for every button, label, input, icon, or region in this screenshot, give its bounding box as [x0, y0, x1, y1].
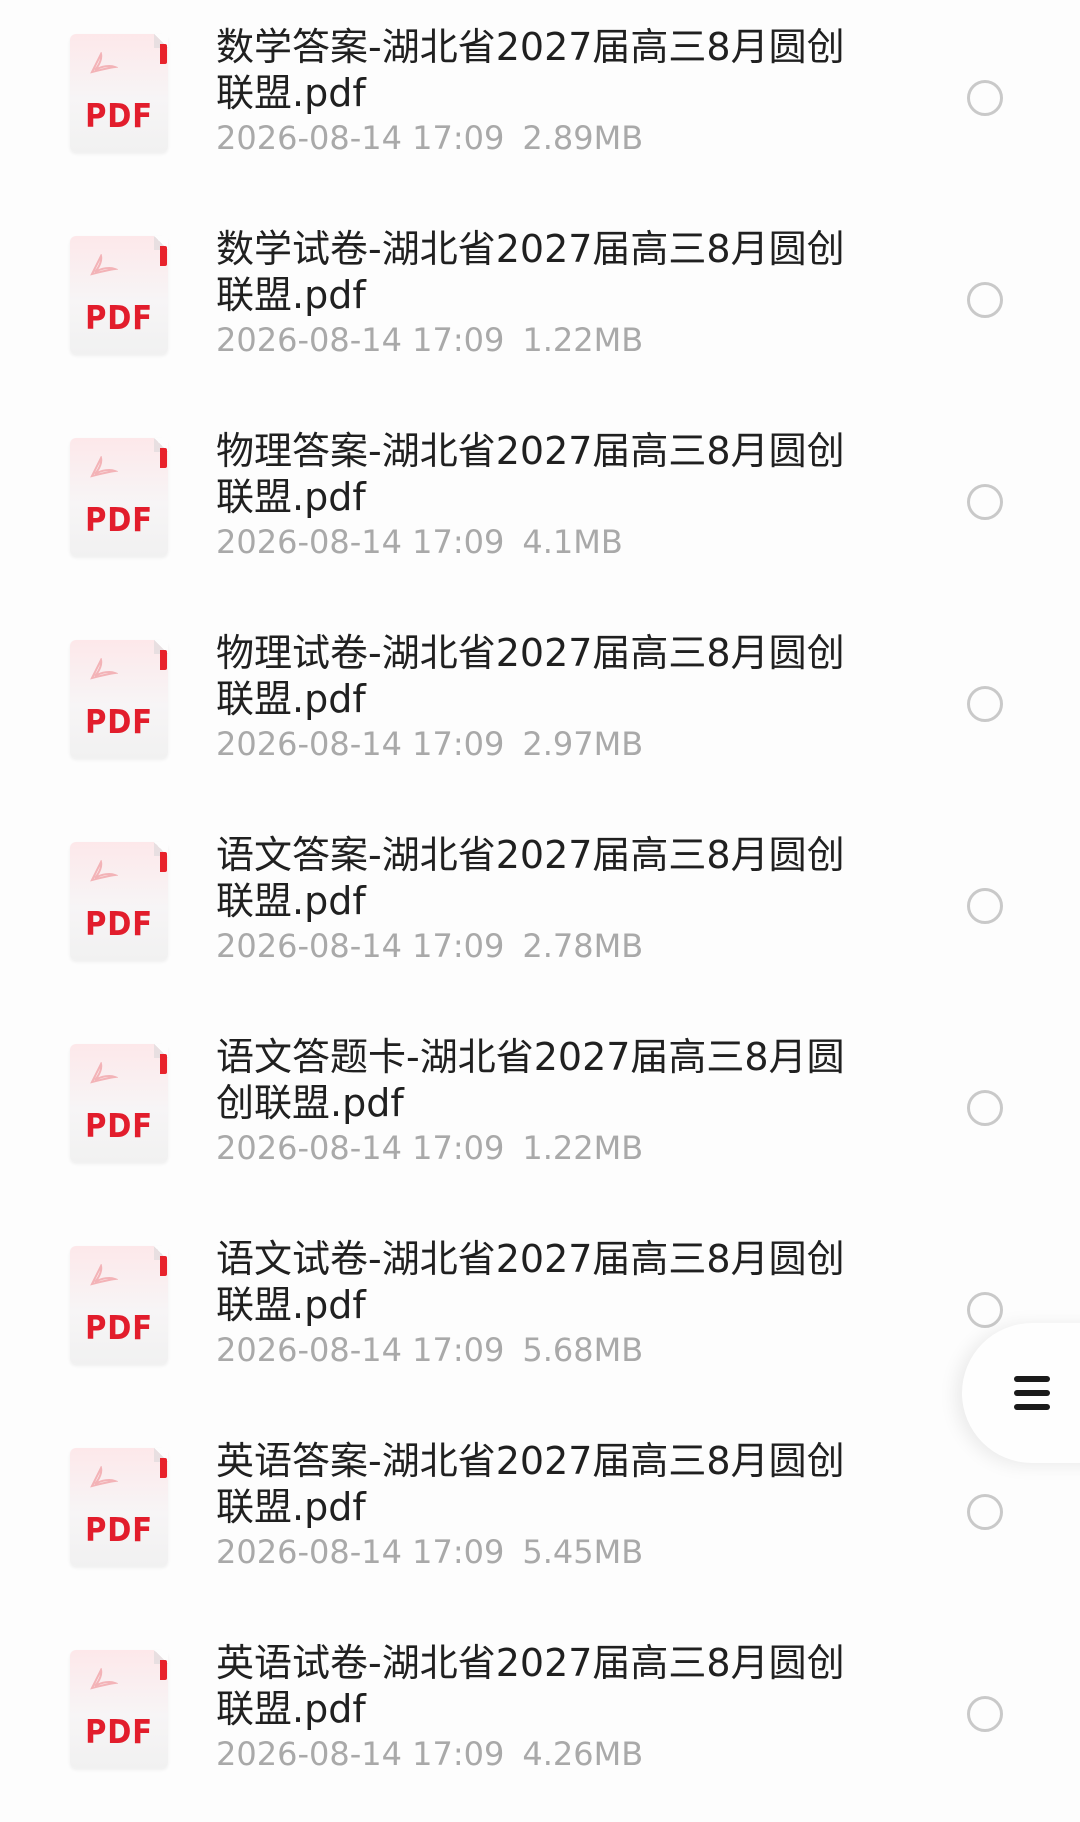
pdf-file-icon: PDF [70, 438, 168, 556]
file-size: 2.97MB [522, 725, 644, 763]
select-radio[interactable] [967, 888, 1003, 924]
select-radio[interactable] [967, 686, 1003, 722]
pdf-ribbon [160, 852, 167, 872]
pdf-ribbon [160, 1256, 167, 1276]
file-size: 2.78MB [522, 927, 644, 965]
pdf-file-icon: PDF [70, 1044, 168, 1162]
pdf-file-icon: PDF [70, 1448, 168, 1566]
select-radio[interactable] [967, 484, 1003, 520]
pdf-label: PDF [85, 500, 153, 539]
pdf-file-icon: PDF [70, 842, 168, 960]
file-date: 2026-08-14 17:09 [216, 1533, 505, 1571]
acrobat-logo-icon [90, 254, 118, 276]
file-size: 5.45MB [522, 1533, 644, 1571]
file-row[interactable]: PDF 语文答案-湖北省2027届高三8月圆创联盟.pdf 2026-08-14… [0, 808, 1080, 1012]
file-date: 2026-08-14 17:09 [216, 523, 505, 561]
file-name: 物理试卷-湖北省2027届高三8月圆创联盟.pdf [216, 631, 845, 721]
file-meta: 2026-08-14 17:09 2.97MB [216, 724, 643, 764]
file-date: 2026-08-14 17:09 [216, 1331, 505, 1369]
pdf-ribbon [160, 44, 167, 64]
file-row[interactable]: PDF 数学答案-湖北省2027届高三8月圆创联盟.pdf 2026-08-14… [0, 0, 1080, 204]
file-date: 2026-08-14 17:09 [216, 1129, 505, 1167]
file-name: 数学答案-湖北省2027届高三8月圆创联盟.pdf [216, 25, 845, 115]
pdf-ribbon [160, 246, 167, 266]
file-name: 数学试卷-湖北省2027届高三8月圆创联盟.pdf [216, 227, 845, 317]
select-radio[interactable] [967, 1494, 1003, 1530]
file-meta: 2026-08-14 17:09 2.78MB [216, 926, 643, 966]
file-name: 英语试卷-湖北省2027届高三8月圆创联盟.pdf [216, 1641, 845, 1731]
file-row[interactable]: PDF 语文试卷-湖北省2027届高三8月圆创联盟.pdf 2026-08-14… [0, 1212, 1080, 1416]
file-name: 语文试卷-湖北省2027届高三8月圆创联盟.pdf [216, 1237, 845, 1327]
file-name: 英语答案-湖北省2027届高三8月圆创联盟.pdf [216, 1439, 845, 1529]
file-row[interactable]: PDF 物理试卷-湖北省2027届高三8月圆创联盟.pdf 2026-08-14… [0, 606, 1080, 810]
file-name: 语文答案-湖北省2027届高三8月圆创联盟.pdf [216, 833, 845, 923]
select-radio[interactable] [967, 1292, 1003, 1328]
pdf-label: PDF [85, 1308, 153, 1347]
pdf-ribbon [160, 650, 167, 670]
file-meta: 2026-08-14 17:09 5.68MB [216, 1330, 643, 1370]
file-size: 1.22MB [522, 321, 644, 359]
pdf-file-icon: PDF [70, 1650, 168, 1768]
pdf-ribbon [160, 448, 167, 468]
file-size: 2.89MB [522, 119, 644, 157]
pdf-ribbon [160, 1054, 167, 1074]
pdf-ribbon [160, 1660, 167, 1680]
select-radio[interactable] [967, 1090, 1003, 1126]
file-meta: 2026-08-14 17:09 4.1MB [216, 522, 623, 562]
pdf-label: PDF [85, 1106, 153, 1145]
pdf-label: PDF [85, 904, 153, 943]
menu-bar [1014, 1390, 1050, 1396]
file-date: 2026-08-14 17:09 [216, 119, 505, 157]
pdf-file-icon: PDF [70, 1246, 168, 1364]
file-date: 2026-08-14 17:09 [216, 725, 505, 763]
pdf-ribbon [160, 1458, 167, 1478]
file-list: PDF 数学答案-湖北省2027届高三8月圆创联盟.pdf 2026-08-14… [0, 0, 1080, 1822]
pdf-label: PDF [85, 298, 153, 337]
file-row[interactable]: PDF 英语试卷-湖北省2027届高三8月圆创联盟.pdf 2026-08-14… [0, 1616, 1080, 1820]
acrobat-logo-icon [90, 860, 118, 882]
pdf-label: PDF [85, 702, 153, 741]
pdf-label: PDF [85, 96, 153, 135]
acrobat-logo-icon [90, 1062, 118, 1084]
file-meta: 2026-08-14 17:09 1.22MB [216, 320, 643, 360]
pdf-label: PDF [85, 1510, 153, 1549]
select-radio[interactable] [967, 282, 1003, 318]
file-size: 1.22MB [522, 1129, 644, 1167]
file-meta: 2026-08-14 17:09 2.89MB [216, 118, 643, 158]
acrobat-logo-icon [90, 658, 118, 680]
menu-bar [1014, 1376, 1050, 1382]
file-row[interactable]: PDF 数学试卷-湖北省2027届高三8月圆创联盟.pdf 2026-08-14… [0, 202, 1080, 406]
file-date: 2026-08-14 17:09 [216, 1735, 505, 1773]
file-size: 4.1MB [522, 523, 623, 561]
file-date: 2026-08-14 17:09 [216, 927, 505, 965]
file-size: 4.26MB [522, 1735, 644, 1773]
file-row[interactable]: PDF 物理答案-湖北省2027届高三8月圆创联盟.pdf 2026-08-14… [0, 404, 1080, 608]
file-date: 2026-08-14 17:09 [216, 321, 505, 359]
file-row[interactable]: PDF 语文答题卡-湖北省2027届高三8月圆创联盟.pdf 2026-08-1… [0, 1010, 1080, 1214]
pdf-file-icon: PDF [70, 236, 168, 354]
menu-bar [1014, 1404, 1050, 1410]
select-radio[interactable] [967, 1696, 1003, 1732]
pdf-file-icon: PDF [70, 640, 168, 758]
file-name: 语文答题卡-湖北省2027届高三8月圆创联盟.pdf [216, 1035, 845, 1125]
select-radio[interactable] [967, 80, 1003, 116]
file-size: 5.68MB [522, 1331, 644, 1369]
file-meta: 2026-08-14 17:09 5.45MB [216, 1532, 643, 1572]
acrobat-logo-icon [90, 52, 118, 74]
acrobat-logo-icon [90, 456, 118, 478]
file-meta: 2026-08-14 17:09 1.22MB [216, 1128, 643, 1168]
hamburger-menu-icon [1014, 1376, 1050, 1410]
acrobat-logo-icon [90, 1668, 118, 1690]
file-row[interactable]: PDF 英语答案-湖北省2027届高三8月圆创联盟.pdf 2026-08-14… [0, 1414, 1080, 1618]
acrobat-logo-icon [90, 1264, 118, 1286]
file-meta: 2026-08-14 17:09 4.26MB [216, 1734, 643, 1774]
file-name: 物理答案-湖北省2027届高三8月圆创联盟.pdf [216, 429, 845, 519]
pdf-file-icon: PDF [70, 34, 168, 152]
pdf-label: PDF [85, 1712, 153, 1751]
acrobat-logo-icon [90, 1466, 118, 1488]
